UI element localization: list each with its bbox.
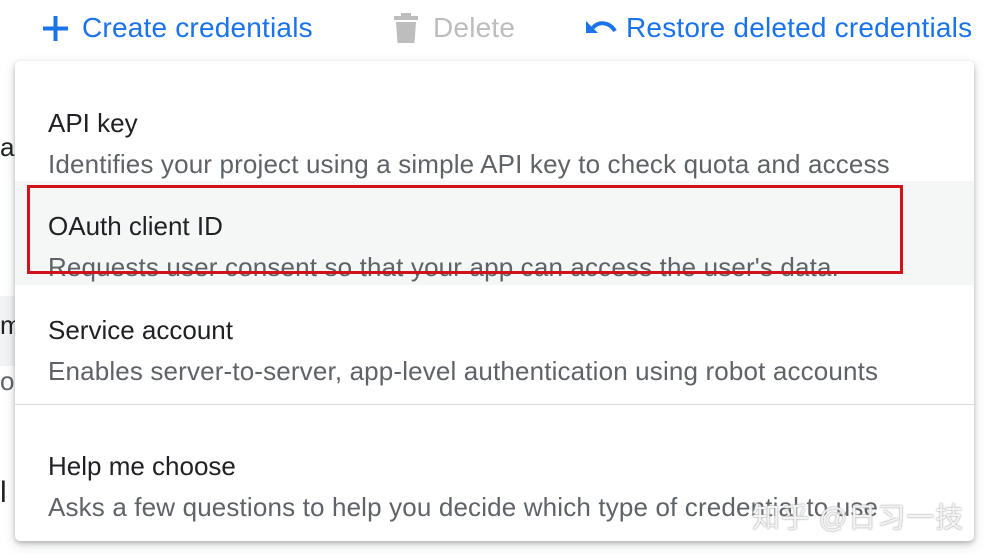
restore-deleted-credentials-label: Restore deleted credentials	[626, 12, 973, 43]
create-credentials-menu: API key Identifies your project using a …	[15, 61, 974, 541]
menu-item-description: Enables server-to-server, app-level auth…	[48, 356, 879, 386]
background-text-fragment: a	[0, 134, 15, 160]
menu-item-api-key[interactable]: API key Identifies your project using a …	[15, 78, 974, 182]
menu-item-oauth-client-id[interactable]: OAuth client ID Requests user consent so…	[15, 181, 974, 285]
delete-button[interactable]: Delete	[393, 8, 515, 48]
background-text-fragment: o	[0, 368, 15, 394]
create-credentials-label: Create credentials	[82, 12, 313, 43]
credentials-toolbar: Create credentials Delete Restore delete…	[0, 0, 990, 58]
menu-item-title: Service account	[48, 315, 233, 345]
plus-icon	[42, 15, 69, 42]
delete-label: Delete	[433, 12, 516, 43]
background-text-fragment: m	[0, 312, 16, 338]
menu-item-description: Identifies your project using a simple A…	[48, 149, 890, 179]
watermark: 知乎 @日习一技	[752, 502, 965, 533]
menu-item-title: OAuth client ID	[48, 211, 223, 241]
menu-item-service-account[interactable]: Service account Enables server-to-server…	[15, 285, 974, 389]
create-credentials-button[interactable]: Create credentials	[42, 8, 313, 48]
menu-item-title: Help me choose	[48, 451, 236, 481]
menu-divider	[15, 404, 974, 405]
undo-icon	[584, 15, 618, 41]
menu-item-title: API key	[48, 108, 138, 138]
menu-item-description: Requests user consent so that your app c…	[48, 252, 839, 282]
restore-deleted-credentials-button[interactable]: Restore deleted credentials	[584, 8, 972, 48]
trash-icon	[393, 13, 419, 43]
